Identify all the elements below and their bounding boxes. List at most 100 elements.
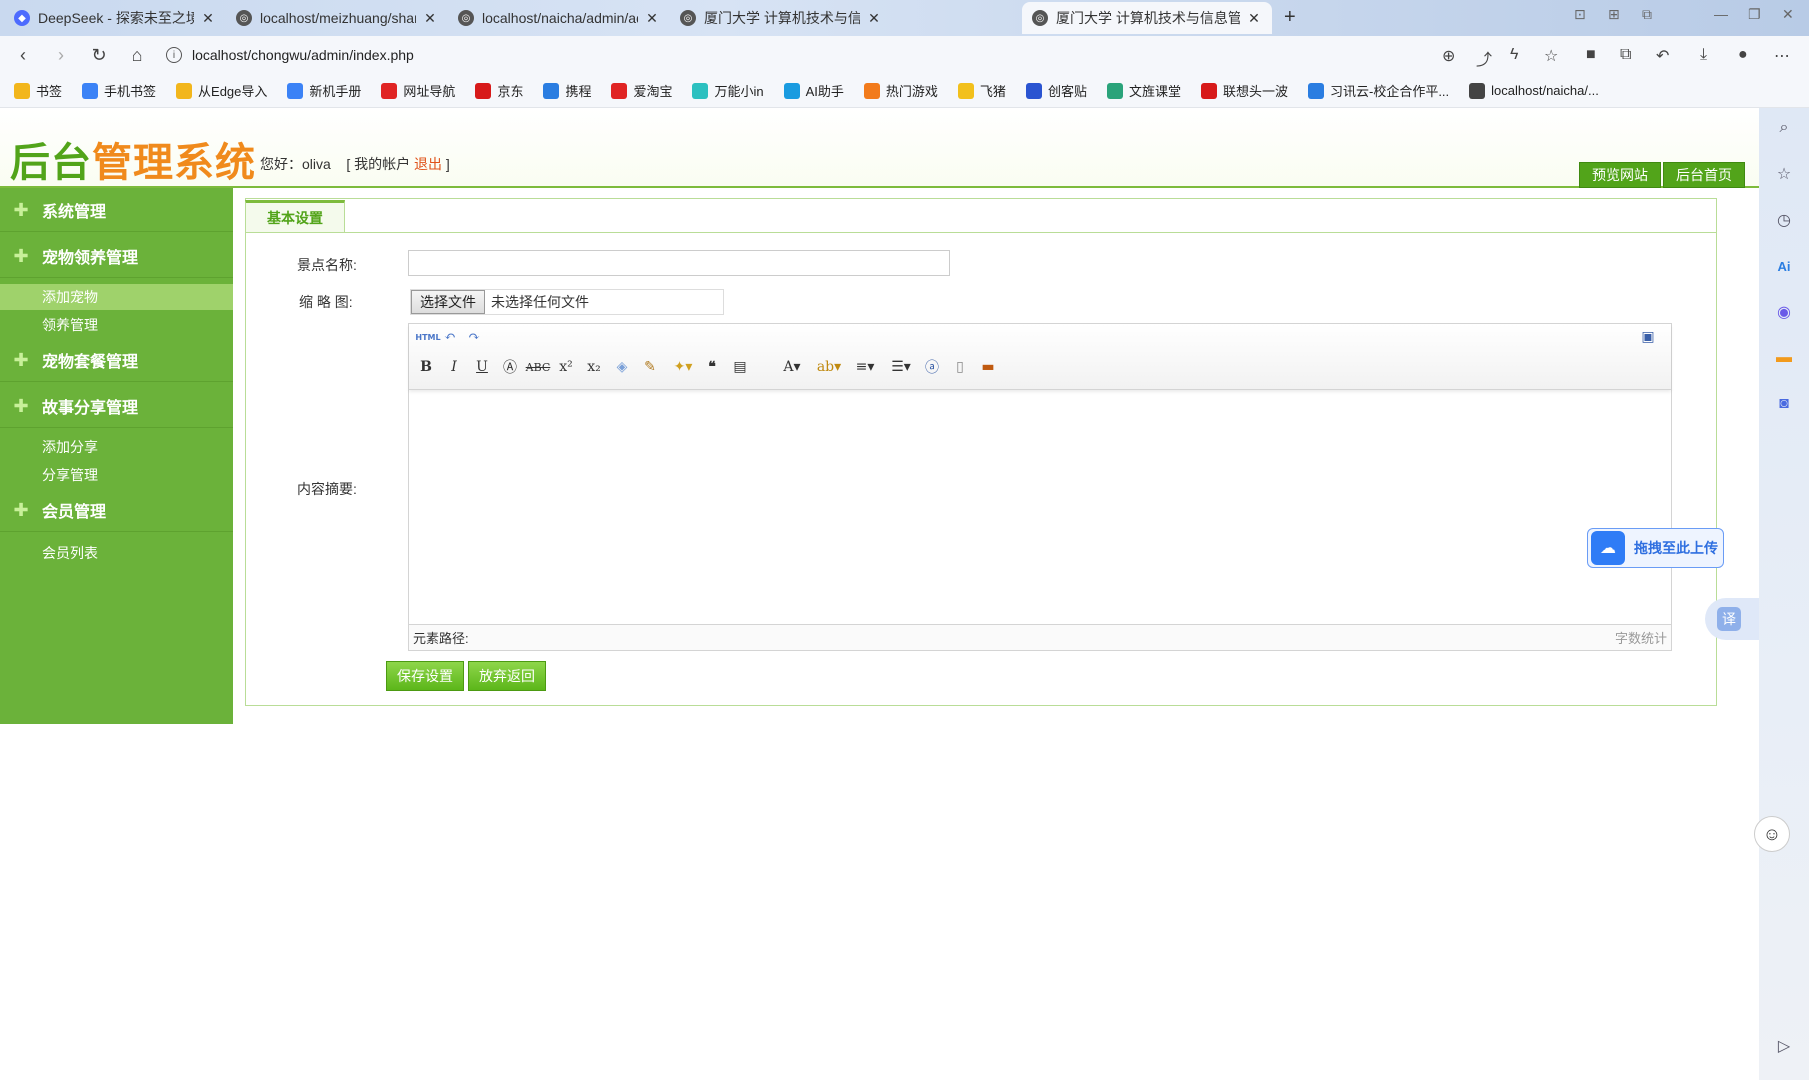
undo-icon[interactable]: ↶ — [439, 326, 461, 348]
close-tab-icon[interactable]: ✕ — [866, 10, 882, 27]
sidebar-item-adoption-manage[interactable]: 领养管理 — [0, 312, 233, 338]
ai-icon[interactable]: Ai — [1774, 256, 1794, 276]
share-icon[interactable]: ⤴ — [1476, 46, 1492, 70]
superscript-icon[interactable]: x² — [555, 356, 577, 378]
history-icon[interactable]: ◷ — [1774, 210, 1794, 230]
app-icon[interactable]: ■ — [1586, 46, 1596, 64]
toolbox-icon[interactable]: ▬ — [1774, 348, 1794, 368]
extension-icon[interactable]: ⧉ — [1642, 6, 1652, 23]
eraser-icon[interactable]: ◈ — [611, 356, 633, 378]
bookmark-item[interactable]: 新机手册 — [287, 81, 361, 100]
browser-tab[interactable]: ◎ localhost/naicha/admin/admin ✕ — [448, 2, 670, 34]
bookmark-item[interactable]: 手机书签 — [82, 81, 156, 100]
italic-icon[interactable]: I — [443, 356, 465, 378]
subscript-icon[interactable]: x₂ — [583, 356, 605, 378]
close-tab-icon[interactable]: ✕ — [644, 10, 660, 27]
anchor-icon[interactable]: ⓐ — [921, 356, 943, 378]
my-account-link[interactable]: [ 我的帐户 — [346, 156, 414, 172]
new-tab-icon[interactable]: + — [1284, 6, 1296, 29]
extensions-icon[interactable]: ⧉ — [1620, 46, 1631, 64]
browser-tab[interactable]: ◎ localhost/meizhuang/shangpin ✕ — [226, 2, 448, 34]
sidebar-section-system[interactable]: ✚ 系统管理 — [0, 188, 233, 232]
preview-site-button[interactable]: 预览网站 — [1579, 162, 1661, 188]
page-break-icon[interactable]: ▯ — [949, 356, 971, 378]
blockquote-icon[interactable]: ❝ — [701, 356, 723, 378]
home-icon[interactable]: ⌂ — [126, 45, 148, 66]
sidebar-item-share-manage[interactable]: 分享管理 — [0, 462, 233, 488]
more-icon[interactable]: ⋯ — [1774, 46, 1790, 66]
bookmark-item[interactable]: 文旌课堂 — [1106, 81, 1181, 100]
collapse-panel-icon[interactable]: ▷ — [1774, 1036, 1794, 1056]
thumbnail-file-input[interactable]: 选择文件 未选择任何文件 — [410, 289, 724, 315]
cancel-return-button[interactable]: 放弃返回 — [468, 661, 546, 691]
drag-upload-widget[interactable]: ☁ 拖拽至此上传 — [1587, 528, 1724, 568]
star-icon[interactable]: ☆ — [1774, 164, 1794, 184]
assistant-avatar[interactable]: ☺ — [1754, 816, 1790, 852]
bookmark-item[interactable]: 书签 — [14, 81, 62, 100]
site-info-icon[interactable]: i — [166, 47, 182, 63]
strikethrough-icon[interactable]: ABC — [526, 356, 551, 378]
bookmark-item[interactable]: 联想头一波 — [1200, 81, 1288, 100]
back-icon[interactable]: ‹ — [12, 45, 34, 66]
font-border-icon[interactable]: Ⓐ — [499, 356, 521, 378]
bookmark-item[interactable]: 创客贴 — [1025, 81, 1087, 100]
font-color-icon[interactable]: A▾ — [777, 356, 807, 378]
sidebar-section-story[interactable]: ✚ 故事分享管理 — [0, 384, 233, 428]
sidebar-item-add-share[interactable]: 添加分享 — [0, 434, 233, 460]
sidebar-item-member-list[interactable]: 会员列表 — [0, 540, 233, 566]
paste-text-icon[interactable]: ▤ — [729, 356, 751, 378]
sidebar-section-members[interactable]: ✚ 会员管理 — [0, 488, 233, 532]
favorite-star-icon[interactable]: ☆ — [1544, 46, 1558, 66]
close-window-icon[interactable]: ✕ — [1782, 6, 1794, 23]
forward-icon[interactable]: › — [50, 45, 72, 66]
close-tab-icon[interactable]: ✕ — [1246, 10, 1262, 27]
browser-tab-active[interactable]: ◎ 厦门大学 计算机技术与信息管理 ✕ — [1022, 2, 1272, 34]
restore-icon[interactable]: ❐ — [1748, 6, 1761, 23]
lightning-icon[interactable]: ϟ — [1510, 46, 1518, 64]
image-icon[interactable]: ▬ — [977, 356, 999, 378]
auto-format-icon[interactable]: ✦▾ — [667, 356, 699, 378]
logout-link[interactable]: 退出 — [414, 156, 442, 172]
admin-home-button[interactable]: 后台首页 — [1663, 162, 1745, 188]
unordered-list-icon[interactable]: ☰▾ — [885, 356, 917, 378]
game-icon[interactable]: ◉ — [1774, 302, 1794, 322]
bookmark-item[interactable]: 携程 — [543, 81, 591, 100]
tab-actions-icon[interactable]: ⊡ — [1574, 6, 1586, 23]
translate-widget[interactable]: 译 — [1705, 598, 1759, 640]
bookmark-item[interactable]: 习讯云-校企合作平... — [1307, 81, 1449, 100]
download-icon[interactable]: ⤓ — [1700, 46, 1707, 64]
bookmark-item[interactable]: 爱淘宝 — [611, 81, 672, 100]
underline-icon[interactable]: U — [471, 356, 493, 378]
sidebar-section-package[interactable]: ✚ 宠物套餐管理 — [0, 338, 233, 382]
reload-icon[interactable]: ↻ — [88, 45, 110, 66]
bookmark-item[interactable]: 热门游戏 — [863, 81, 938, 100]
translate-side-icon[interactable]: ◙ — [1774, 394, 1794, 414]
tab-basic-settings[interactable]: 基本设置 — [245, 200, 345, 232]
bookmark-item[interactable]: 从Edge导入 — [176, 81, 267, 100]
bold-icon[interactable]: B — [415, 356, 437, 378]
name-input[interactable] — [408, 250, 950, 276]
ordered-list-icon[interactable]: ≡▾ — [849, 356, 881, 378]
search-icon[interactable]: ⌕ — [1774, 118, 1794, 138]
format-painter-icon[interactable]: ✎ — [639, 356, 661, 378]
browser-tab[interactable]: ◆ DeepSeek - 探索未至之境 ✕ — [4, 2, 226, 34]
highlight-color-icon[interactable]: ab▾ — [813, 356, 845, 378]
bookmark-item[interactable]: 飞猪 — [957, 81, 1006, 100]
profile-icon[interactable]: ● — [1738, 46, 1748, 64]
browser-tab[interactable]: ◎ 厦门大学 计算机技术与信息管理 ✕ — [670, 2, 892, 34]
undo-icon[interactable]: ↶ — [1656, 46, 1669, 66]
close-tab-icon[interactable]: ✕ — [200, 10, 216, 27]
save-settings-button[interactable]: 保存设置 — [386, 661, 464, 691]
bookmark-item[interactable]: localhost/naicha/... — [1469, 82, 1599, 99]
choose-file-button[interactable]: 选择文件 — [411, 290, 485, 314]
bookmark-item[interactable]: 京东 — [475, 81, 523, 100]
html-source-icon[interactable]: HTML — [415, 326, 441, 348]
close-tab-icon[interactable]: ✕ — [422, 10, 438, 27]
redo-icon[interactable]: ↷ — [463, 326, 485, 348]
sidebar-item-add-pet[interactable]: 添加宠物 — [0, 284, 233, 310]
bookmark-item[interactable]: 网址导航 — [381, 81, 455, 100]
minimize-icon[interactable]: — — [1714, 6, 1728, 22]
workspaces-icon[interactable]: ⊞ — [1608, 6, 1620, 23]
bookmark-item[interactable]: AI助手 — [783, 81, 844, 100]
fullscreen-icon[interactable]: ▣ — [1637, 326, 1659, 348]
